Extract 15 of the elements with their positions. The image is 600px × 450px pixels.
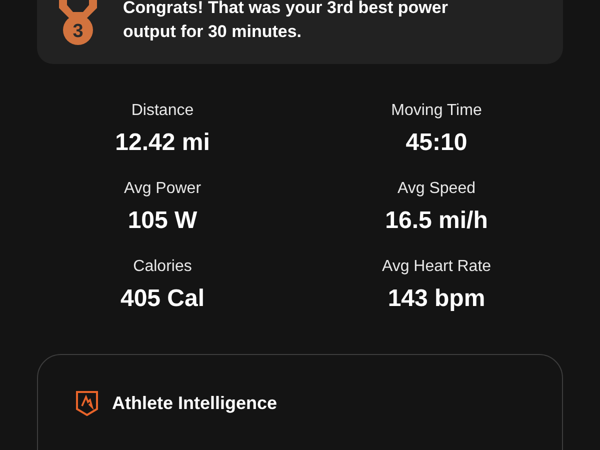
stat-label: Avg Speed [398, 179, 476, 199]
shield-bolt-icon [76, 391, 98, 416]
stat-value: 405 Cal [120, 284, 205, 314]
stat-label: Distance [131, 101, 194, 121]
stat-value: 16.5 mi/h [385, 206, 488, 236]
achievement-message: Congrats! That was your 3rd best power output for 30 minutes. [123, 0, 449, 43]
stat-label: Avg Power [124, 179, 202, 199]
stat-label: Calories [133, 257, 192, 277]
stat-value: 12.42 mi [115, 128, 210, 158]
stat-value: 143 bpm [388, 284, 486, 314]
stat-value: 45:10 [406, 128, 468, 158]
stat-value: 105 W [128, 206, 198, 236]
stat-label: Moving Time [391, 101, 482, 121]
stat-label: Avg Heart Rate [382, 257, 492, 277]
card-title: Athlete Intelligence [112, 392, 278, 415]
